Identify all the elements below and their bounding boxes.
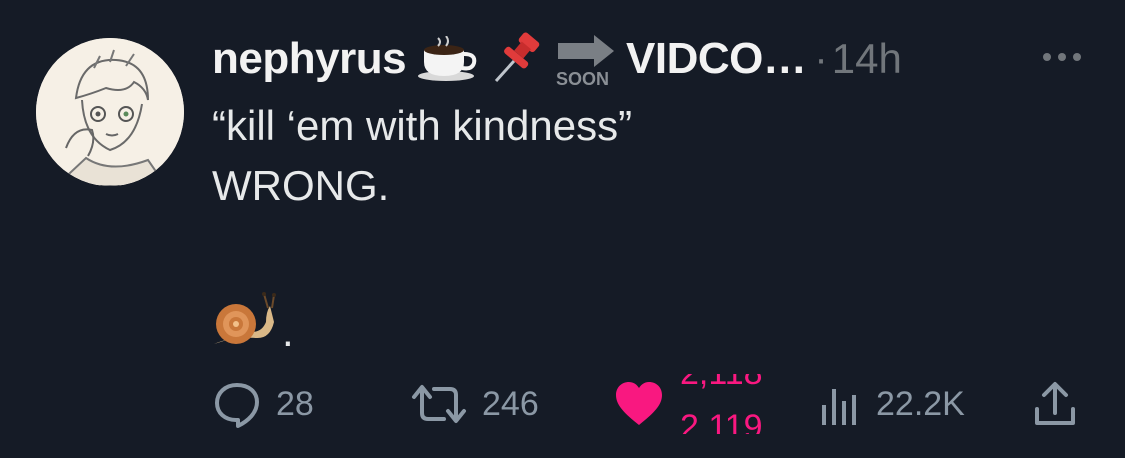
views-button[interactable]: 22.2K xyxy=(818,374,965,434)
like-button[interactable]: 2,118 2,119 xyxy=(614,374,790,434)
views-icon xyxy=(822,389,856,425)
separator-dot: · xyxy=(814,36,828,81)
reply-count: 28 xyxy=(276,384,314,423)
tweet-text: “kill ‘em with kindness” WRONG. xyxy=(212,96,632,216)
soon-arrow-emoji: SOON xyxy=(552,31,618,87)
like-count-previous: 2,118 xyxy=(680,374,763,393)
avatar[interactable] xyxy=(36,38,184,186)
share-icon xyxy=(1035,382,1075,425)
coffee-emoji xyxy=(416,36,478,82)
repost-button[interactable]: 246 xyxy=(410,374,539,434)
snail-line: . xyxy=(212,292,294,355)
avatar-illustration xyxy=(36,38,184,186)
timestamp[interactable]: 14h xyxy=(832,35,902,83)
repost-icon xyxy=(412,385,466,423)
tweet-line-1: “kill ‘em with kindness” xyxy=(212,102,633,149)
share-button[interactable] xyxy=(1032,374,1078,434)
tweet-header: nephyrus SOON VIDCO… · 14h xyxy=(212,30,902,88)
display-name-rest[interactable]: VIDCO… xyxy=(626,34,807,84)
pushpin-emoji xyxy=(488,31,542,87)
repost-count: 246 xyxy=(482,384,539,423)
reply-button[interactable]: 28 xyxy=(212,374,314,434)
action-bar: 28 246 2,118 2,119 2 xyxy=(212,374,1092,434)
like-count-next: 2,119 xyxy=(680,408,763,434)
username[interactable]: nephyrus xyxy=(212,34,407,84)
soon-label: SOON xyxy=(556,69,609,87)
like-count-rolling: 2,118 2,119 xyxy=(680,374,790,434)
tweet[interactable]: nephyrus SOON VIDCO… · 14h “kill ‘em wit… xyxy=(0,0,1125,458)
more-options-icon[interactable] xyxy=(1040,42,1084,72)
reply-icon xyxy=(215,383,259,428)
heart-icon xyxy=(616,382,662,425)
tweet-line-2: WRONG. xyxy=(212,162,390,209)
snail-emoji xyxy=(212,292,278,355)
trailing-dot: . xyxy=(282,308,294,355)
views-count: 22.2K xyxy=(876,384,965,423)
